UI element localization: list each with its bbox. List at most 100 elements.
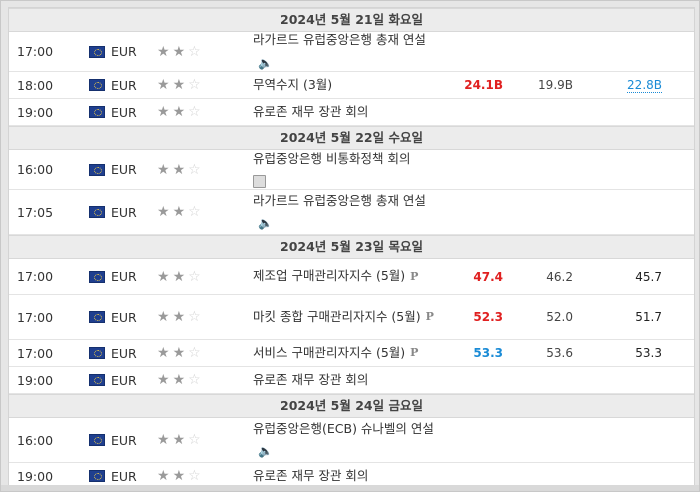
previous-value-text: 45.7 [635, 269, 662, 284]
preliminary-icon: P [410, 269, 419, 283]
event-time: 17:00 [17, 345, 54, 361]
star-icon: ★ [172, 268, 189, 285]
table-row[interactable]: 16:00 EUR ★ ★ ☆ 유럽중앙은행(ECB) 슈나벨의 연설🔈 [9, 418, 694, 463]
star-icon: ☆ [188, 104, 204, 120]
previous-value [594, 150, 662, 189]
previous-value [594, 190, 662, 234]
table-row[interactable]: 19:00 EUR ★ ★ ☆ 유로존 재무 장관 회의 [9, 463, 694, 486]
event-name-wrap: 제조업 구매관리자지수 (5월) P [253, 265, 418, 288]
star-icon: ☆ [188, 43, 204, 60]
actual-value [439, 32, 503, 71]
table-row[interactable]: 18:00 EUR ★ ★ ☆ 무역수지 (3월) 24.1B 19.9B 22.8B [9, 72, 694, 99]
table-row[interactable]: 17:00 EUR ★ ★ ☆ 서비스 구매관리자지수 (5월) P 53.3 53.6 53.3 [9, 340, 694, 367]
forecast-value [509, 99, 573, 125]
event-name[interactable]: 유로존 재무 장관 회의 [253, 372, 368, 387]
importance-stars: ★ ★ ☆ [157, 150, 217, 189]
event-name-cell[interactable]: 유로존 재무 장관 회의 [253, 367, 443, 393]
event-time: 17:00 [17, 309, 54, 325]
event-name-wrap: 유로존 재무 장관 회의 [253, 465, 368, 486]
table-row[interactable]: 17:00 EUR ★ ★ ☆ 라가르드 유럽중앙은행 총재 연설🔈 [9, 32, 694, 72]
forecast-value [509, 367, 573, 393]
forecast-value: 53.6 [546, 346, 573, 360]
star-icon: ☆ [188, 77, 204, 93]
event-name-wrap: 유로존 재무 장관 회의 [253, 369, 368, 391]
forecast-value: 52.0 [546, 310, 573, 324]
currency: EUR [111, 468, 137, 484]
table-row[interactable]: 19:00 EUR ★ ★ ☆ 유로존 재무 장관 회의 [9, 99, 694, 126]
preliminary-icon: P [425, 310, 434, 324]
previous-value [594, 418, 662, 462]
event-name-wrap: 마킷 종합 구매관리자지수 (5월) P [253, 306, 434, 329]
event-name-cell[interactable]: 유럽중앙은행(ECB) 슈나벨의 연설 🔈 [253, 418, 443, 462]
eu-flag-icon [89, 72, 105, 98]
currency: EUR [111, 309, 137, 325]
previous-value-text: 53.3 [635, 346, 662, 360]
actual-value [439, 150, 503, 189]
event-name-cell[interactable]: 제조업 구매관리자지수 (5월) P [253, 259, 443, 294]
event-name[interactable]: 무역수지 (3월) [253, 77, 332, 92]
event-name[interactable]: 서비스 구매관리자지수 (5월) [253, 345, 405, 360]
event-name[interactable]: 라가르드 유럽중앙은행 총재 연설 [253, 32, 426, 47]
event-time: 16:00 [17, 432, 54, 448]
table-row[interactable]: 17:00 EUR ★ ★ ☆ 제조업 구매관리자지수 (5월) P 47.4 46.2 45.7 [9, 259, 694, 295]
previous-value[interactable]: 22.8B [594, 72, 662, 98]
event-name-cell[interactable]: 라가르드 유럽중앙은행 총재 연설 🔈 [253, 32, 443, 71]
event-name[interactable]: 유로존 재무 장관 회의 [253, 104, 368, 119]
importance-stars: ★ ★ ☆ [157, 190, 217, 234]
star-icon: ★ [172, 372, 189, 388]
star-icon: ☆ [188, 345, 204, 361]
importance-stars: ★ ★ ☆ [157, 463, 217, 486]
star-icon: ☆ [188, 432, 204, 448]
event-name[interactable]: 라가르드 유럽중앙은행 총재 연설 [253, 193, 426, 208]
currency: EUR [111, 162, 137, 177]
star-icon: ☆ [188, 204, 204, 220]
forecast-value [509, 418, 573, 462]
event-name-wrap: 라가르드 유럽중앙은행 총재 연설 🔈 [253, 190, 443, 235]
event-name-cell[interactable]: 마킷 종합 구매관리자지수 (5월) P [253, 295, 443, 339]
event-name-cell[interactable]: 무역수지 (3월) [253, 72, 443, 98]
event-name[interactable]: 유로존 재무 장관 회의 [253, 468, 368, 483]
table-row[interactable]: 17:05 EUR ★ ★ ☆ 라가르드 유럽중앙은행 총재 연설🔈 [9, 190, 694, 235]
event-time: 19:00 [17, 468, 54, 484]
event-name-cell[interactable]: 유로존 재무 장관 회의 [253, 463, 443, 486]
previous-value: 53.3 [594, 340, 662, 366]
sound-icon[interactable]: 🔈 [258, 52, 273, 74]
star-icon: ★ [157, 161, 173, 178]
event-name-cell[interactable]: 유로존 재무 장관 회의 [253, 99, 443, 125]
event-name-cell[interactable]: 유럽중앙은행 비통화정책 회의 [253, 150, 443, 189]
table-row[interactable]: 19:00 EUR ★ ★ ☆ 유로존 재무 장관 회의 [9, 367, 694, 394]
currency: EUR [111, 345, 137, 361]
table-row[interactable]: 17:00 EUR ★ ★ ☆ 마킷 종합 구매관리자지수 (5월) P 52.3 52.0 51… [9, 295, 694, 340]
star-icon: ★ [157, 77, 173, 93]
previous-value-text[interactable]: 22.8B [627, 78, 662, 93]
table-row[interactable]: 16:00 EUR ★ ★ ☆ 유럽중앙은행 비통화정책 회의 [9, 150, 694, 190]
event-name[interactable]: 마킷 종합 구매관리자지수 (5월) [253, 309, 421, 324]
forecast-value [509, 463, 573, 486]
star-icon: ★ [172, 432, 189, 448]
star-icon: ★ [157, 345, 173, 361]
star-icon: ☆ [188, 468, 204, 484]
document-icon[interactable] [253, 174, 266, 188]
event-name[interactable]: 유럽중앙은행 비통화정책 회의 [253, 151, 410, 166]
forecast-value [509, 150, 573, 189]
star-icon: ★ [172, 43, 189, 60]
sound-icon[interactable]: 🔈 [258, 440, 273, 462]
star-icon: ★ [172, 468, 189, 484]
event-name-wrap: 라가르드 유럽중앙은행 총재 연설 🔈 [253, 29, 443, 74]
event-name-cell[interactable]: 서비스 구매관리자지수 (5월) P [253, 340, 443, 366]
sound-icon[interactable]: 🔈 [258, 212, 273, 234]
star-icon: ★ [172, 161, 189, 178]
horizontal-scrollbar[interactable] [1, 485, 699, 491]
star-icon: ★ [172, 77, 189, 93]
event-name[interactable]: 제조업 구매관리자지수 (5월) [253, 268, 405, 283]
importance-stars: ★ ★ ☆ [157, 340, 217, 366]
eu-flag-icon [89, 367, 105, 393]
event-time: 18:00 [17, 77, 54, 93]
star-icon: ★ [157, 43, 173, 60]
event-name[interactable]: 유럽중앙은행(ECB) 슈나벨의 연설 [253, 421, 434, 436]
event-name-cell[interactable]: 라가르드 유럽중앙은행 총재 연설 🔈 [253, 190, 443, 234]
eu-flag-icon [89, 295, 105, 339]
importance-stars: ★ ★ ☆ [157, 418, 217, 462]
event-time: 16:00 [17, 162, 54, 177]
previous-value [594, 99, 662, 125]
